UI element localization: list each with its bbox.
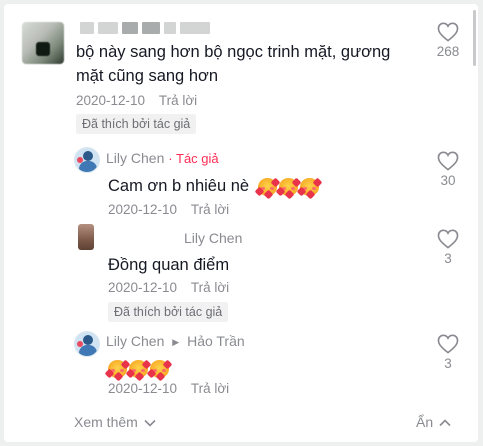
author-tag: · Tác giả bbox=[168, 151, 219, 166]
comment-text-content: Đồng quan điểm bbox=[108, 256, 230, 274]
heart-icon bbox=[437, 334, 459, 354]
reply-button[interactable]: Trả lời bbox=[191, 202, 229, 217]
reply-username[interactable]: Lily Chen ▶ Hảo Trần bbox=[106, 333, 245, 349]
smiling-face-with-hearts-emoji bbox=[104, 359, 131, 382]
comment-meta: 2020-12-10 Trả lời bbox=[76, 93, 197, 108]
comment-meta: 2020-12-10 Trả lời bbox=[108, 280, 229, 295]
see-more-label: Xem thêm bbox=[74, 414, 138, 430]
comment-text-line: mặt cũng sang hơn bbox=[76, 67, 218, 85]
hide-button[interactable]: Ẩn bbox=[416, 414, 451, 430]
avatar[interactable] bbox=[74, 147, 100, 173]
liked-by-author-badge: Đã thích bởi tác giả bbox=[108, 302, 229, 322]
reply-arrow-icon: ▶ bbox=[172, 337, 180, 347]
comment-text: Đồng quan điểm bbox=[108, 253, 229, 277]
reply-username[interactable]: Lily Chen · Tác giả bbox=[106, 150, 219, 166]
like-count: 30 bbox=[440, 173, 456, 188]
smiling-face-with-hearts-emoji bbox=[125, 359, 152, 382]
comment-text: bộ này sang hơn bộ ngọc trinh mặt, gương… bbox=[76, 40, 416, 88]
reply-button[interactable]: Trả lời bbox=[191, 381, 229, 396]
comment-meta: 2020-12-10 Trả lời bbox=[108, 202, 229, 217]
emoji-group bbox=[104, 359, 173, 382]
like-button[interactable]: 3 bbox=[428, 334, 468, 371]
smiling-face-with-hearts-emoji bbox=[254, 177, 281, 200]
reply-button[interactable]: Trả lời bbox=[191, 280, 229, 295]
heart-icon bbox=[437, 151, 459, 171]
comment-date: 2020-12-10 bbox=[108, 280, 178, 295]
like-button[interactable]: 268 bbox=[428, 22, 468, 59]
comment-date: 2020-12-10 bbox=[108, 202, 178, 217]
like-count: 3 bbox=[444, 356, 452, 371]
avatar[interactable] bbox=[22, 22, 64, 64]
avatar[interactable] bbox=[78, 224, 94, 250]
comment-panel: bộ này sang hơn bộ ngọc trinh mặt, gương… bbox=[4, 4, 478, 442]
smiling-face-with-hearts-emoji bbox=[146, 359, 173, 382]
username[interactable]: Lily Chen bbox=[106, 150, 164, 166]
like-button[interactable]: 3 bbox=[428, 229, 468, 266]
reply-button[interactable]: Trả lời bbox=[159, 93, 197, 108]
comment-meta: 2020-12-10 Trả lời bbox=[108, 381, 229, 396]
avatar[interactable] bbox=[74, 331, 100, 357]
emoji-group bbox=[254, 177, 323, 200]
username-blurred[interactable] bbox=[80, 22, 210, 36]
username[interactable]: Lily Chen bbox=[106, 333, 164, 349]
comment-text: Cam ơn b nhiêu nè bbox=[108, 174, 323, 200]
see-more-button[interactable]: Xem thêm bbox=[74, 414, 156, 430]
comment-date: 2020-12-10 bbox=[108, 381, 178, 396]
reply-to-username[interactable]: Hảo Trần bbox=[187, 333, 245, 349]
heart-icon bbox=[437, 229, 459, 249]
scrollbar[interactable] bbox=[473, 10, 476, 66]
comment-text-line: bộ này sang hơn bộ ngọc trinh mặt, gương bbox=[76, 43, 391, 61]
hide-label: Ẩn bbox=[416, 414, 434, 430]
comment-text-content: Cam ơn b nhiêu nè bbox=[108, 177, 250, 195]
like-button[interactable]: 30 bbox=[428, 151, 468, 188]
comment-date: 2020-12-10 bbox=[76, 93, 146, 108]
like-count: 3 bbox=[444, 251, 452, 266]
reply-username[interactable]: Lily Chen bbox=[184, 230, 242, 246]
chevron-down-icon bbox=[144, 420, 156, 427]
chevron-up-icon bbox=[439, 419, 451, 427]
username[interactable]: Lily Chen bbox=[184, 230, 242, 246]
liked-by-author-badge: Đã thích bởi tác giả bbox=[76, 114, 197, 134]
smiling-face-with-hearts-emoji bbox=[296, 177, 323, 200]
comment-text bbox=[104, 356, 173, 382]
like-count: 268 bbox=[436, 44, 460, 59]
heart-icon bbox=[437, 22, 459, 42]
smiling-face-with-hearts-emoji bbox=[275, 177, 302, 200]
